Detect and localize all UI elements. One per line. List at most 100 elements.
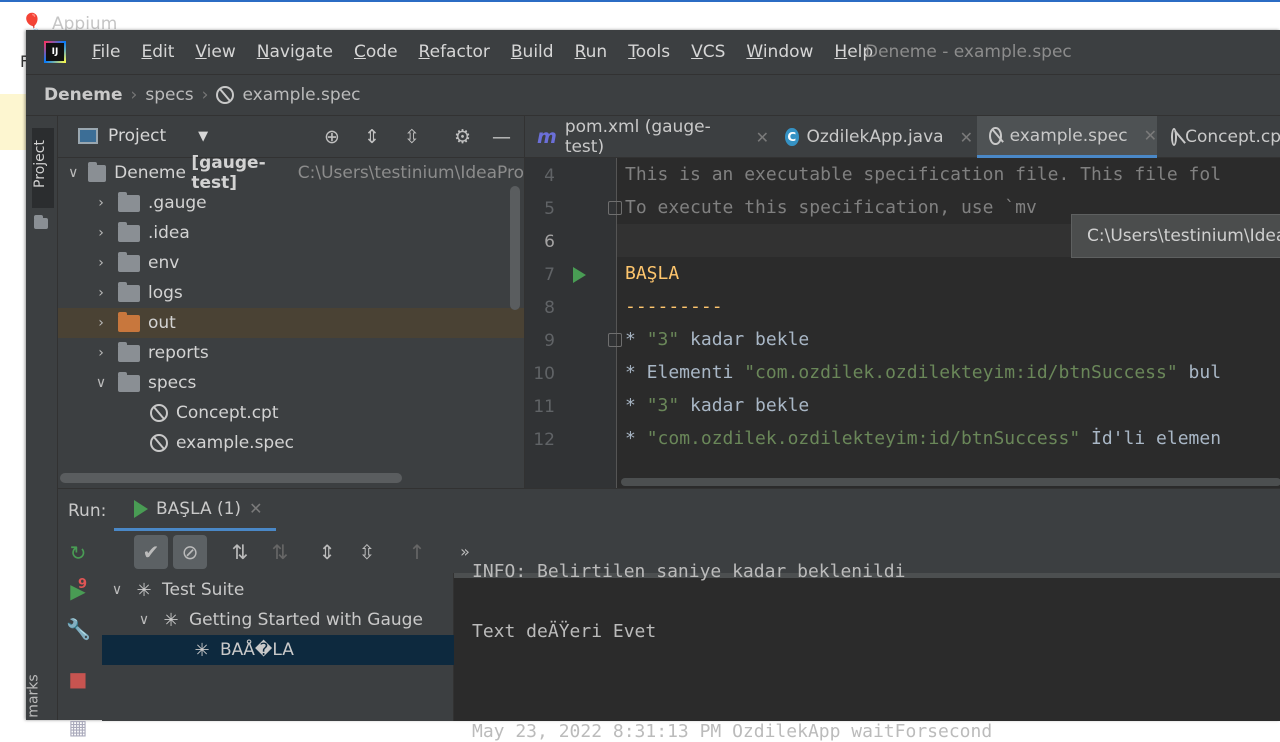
menu-view[interactable]: View [195,42,235,62]
code-line-11[interactable]: * "3" kadar bekle [625,395,809,416]
rerun-failed-icon[interactable]: ▶ 9 [66,577,90,603]
expand-all-icon[interactable]: ⇕ [310,535,344,569]
folder-icon [118,341,140,362]
menu-window[interactable]: Window [746,42,813,62]
maven-icon: m [537,126,557,148]
menu-build[interactable]: Build [511,42,554,62]
code-text: kadar bekle [679,395,810,416]
chevron-right-icon: › [98,345,104,361]
close-icon[interactable]: ✕ [756,128,769,147]
tree-root[interactable]: ∨ Deneme [gauge-test] C:\Users\testinium… [58,153,524,193]
breadcrumb-project[interactable]: Deneme [44,85,123,105]
tree-item-specs[interactable]: ∨ specs [58,368,524,398]
layout-icon[interactable]: ▦ [66,715,90,739]
chevron-down-icon: ∨ [111,582,123,598]
folder-icon [118,281,140,302]
tab-label: example.spec [1009,125,1128,146]
code-text: * [625,329,647,350]
tree-label: out [148,313,176,333]
tree-item-example-spec[interactable]: example.spec [58,428,524,458]
menu-file[interactable]: File [92,42,120,62]
chevron-right-icon: › [98,225,104,241]
tree-item-idea[interactable]: › .idea [58,218,524,248]
breadcrumb-file[interactable]: example.spec [242,85,360,105]
show-ignored-icon[interactable]: ⊘ [173,535,207,569]
tree-item-out[interactable]: › out [58,308,524,338]
appium-icon: 🎈 [22,12,42,31]
tree-label: specs [148,373,197,393]
code-line-7[interactable]: BAŞLA [625,263,679,284]
code-line-5[interactable]: To execute this specification, use `mv [625,197,1037,218]
menu-refactor[interactable]: Refactor [419,42,490,62]
badge: 9 [78,577,88,592]
run-tab[interactable]: BAŞLA (1) ✕ [114,489,276,531]
menu-tools[interactable]: Tools [628,42,670,62]
menu-edit[interactable]: Edit [141,42,174,62]
fold-icon[interactable] [608,333,622,347]
menu-vcs[interactable]: VCS [691,42,725,62]
collapse-all-icon[interactable]: ⇳ [404,126,420,148]
project-stripe-button[interactable]: Project [32,128,54,208]
locate-icon[interactable]: ⊕ [324,126,340,148]
line-number: 4 [544,166,555,186]
tree-item-logs[interactable]: › logs [58,278,524,308]
project-panel: Project ▼ ⊕ ⇕ ⇳ ⚙ — ∨ Deneme [gauge-test… [58,116,524,488]
line-gutter: 4 5 6 7 8 9 10 11 12 [525,158,622,488]
previous-failed-icon[interactable]: ↑ [400,535,434,569]
code-line-10[interactable]: * Elementi "com.ozdilek.ozdilekteyim:id/… [625,362,1221,383]
gear-icon[interactable]: ⚙ [454,126,471,148]
background-left-edge: F [0,30,29,720]
tab-ozdilekapp[interactable]: C OzdilekApp.java ✕ [773,116,973,158]
chevron-down-icon: ∨ [95,375,107,391]
breadcrumb-folder[interactable]: specs [145,85,193,105]
code-line-9[interactable]: * "3" kadar bekle [625,329,809,350]
menu-navigate[interactable]: Navigate [257,42,333,62]
code-line-12[interactable]: * "com.ozdilek.ozdilekteyim:id/btnSucces… [625,428,1221,449]
code-line-8[interactable]: --------- [625,296,723,317]
tab-concept[interactable]: Concept.cp [1159,116,1280,158]
fold-icon[interactable] [608,201,622,215]
code-string: "com.ozdilek.ozdilekteyim:id/btnSuccess" [744,362,1178,383]
spinner-icon: ✳ [136,579,152,601]
run-scenario-icon[interactable] [573,267,586,283]
spinner-icon: ✳ [163,609,179,631]
editor-horizontal-scrollbar[interactable] [621,478,1280,486]
test-suite-row[interactable]: ∨ ✳ Test Suite [102,575,454,605]
vertical-scrollbar[interactable] [510,186,520,310]
run-tab-label: BAŞLA (1) [156,498,242,519]
tab-pom[interactable]: m pom.xml (gauge-test) ✕ [525,116,769,158]
tree-item-env[interactable]: › env [58,248,524,278]
wrench-icon[interactable]: 🔧 [66,617,91,641]
code-line-4[interactable]: This is an executable specification file… [625,164,1221,185]
sort-by-duration-icon[interactable]: ⇅ [263,535,297,569]
horizontal-scrollbar[interactable] [60,473,402,483]
code-text: bul [1177,362,1222,383]
code-string: "3" [646,329,680,350]
console-output[interactable]: INFO: Belirtilen saniye kadar beklenildi… [454,561,1280,742]
expand-all-icon[interactable]: ⇕ [364,126,380,148]
tree-item-reports[interactable]: › reports [58,338,524,368]
menu-code[interactable]: Code [354,42,398,62]
menu-run[interactable]: Run [575,42,608,62]
tab-example-spec[interactable]: example.spec ✕ [977,116,1157,158]
test-scenario-row[interactable]: ✳ BAÅ�LA [102,635,454,665]
stop-icon[interactable]: ■ [66,667,90,691]
tree-item-concept[interactable]: Concept.cpt [58,398,524,428]
test-spec-row[interactable]: ∨ ✳ Getting Started with Gauge [102,605,454,635]
module-folder-icon [88,161,107,182]
close-icon[interactable]: ✕ [960,128,973,147]
test-label: BAÅ�LA [220,640,294,660]
sort-alphabetically-icon[interactable]: ⇅ [223,535,257,569]
run-label: Run: [68,501,107,521]
chevron-right-icon: › [98,315,104,331]
rerun-icon[interactable]: ↻ [66,541,90,565]
collapse-all-icon[interactable]: ⇳ [350,535,384,569]
close-icon[interactable]: ✕ [1144,126,1157,145]
show-passed-icon[interactable]: ✔ [134,535,168,569]
tree-item-gauge[interactable]: › .gauge [58,188,524,218]
close-icon[interactable]: ✕ [249,499,262,518]
hide-icon[interactable]: — [492,126,511,148]
background-highlight [0,94,26,150]
project-view-selector[interactable]: Project ▼ [78,126,208,146]
gauge-file-icon [989,126,1002,145]
